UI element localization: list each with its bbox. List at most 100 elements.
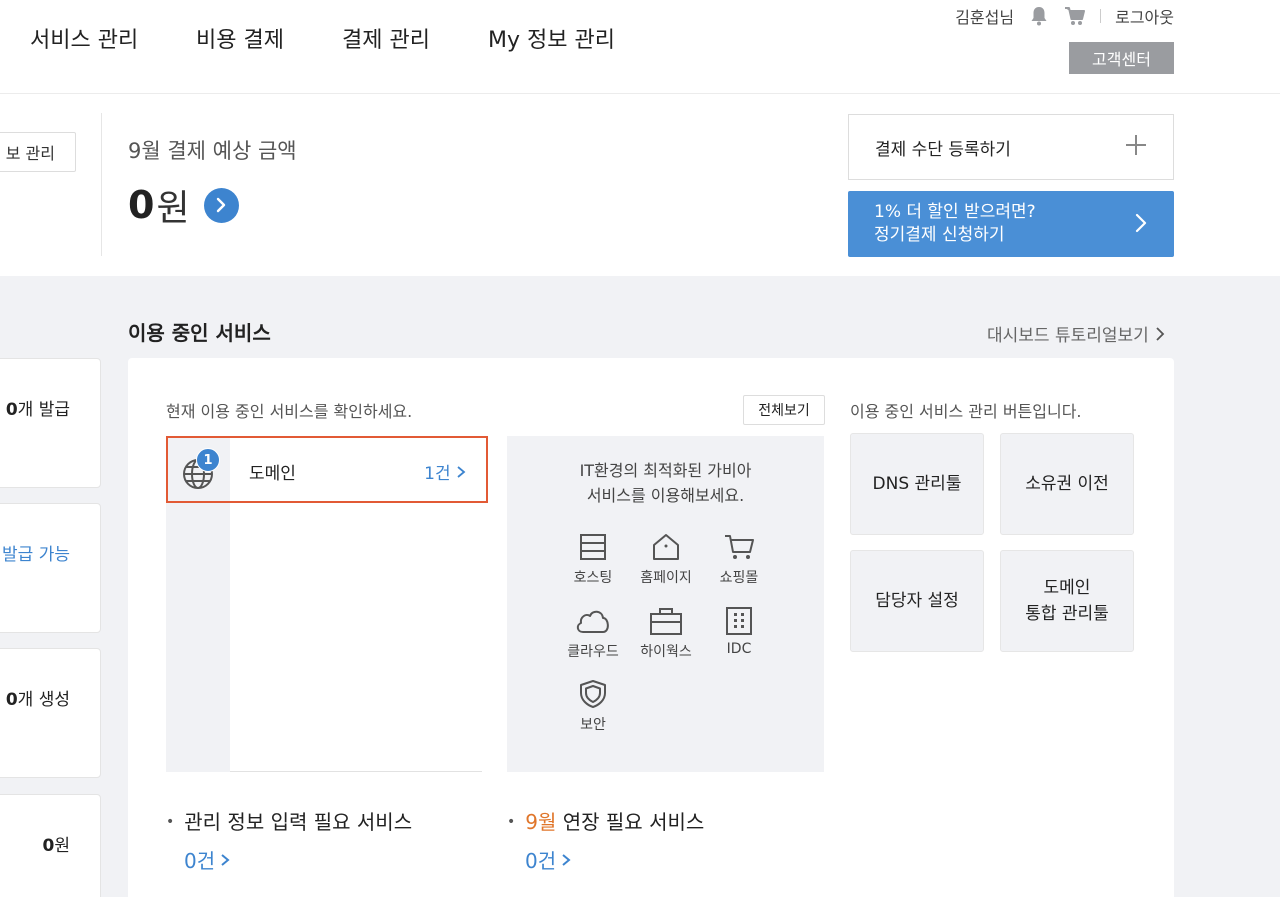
divider <box>101 113 102 256</box>
side-card-value: 0 <box>5 400 18 420</box>
service-count-value: 1건 <box>424 464 451 484</box>
promo-item-hosting[interactable]: 호스팅 <box>553 532 633 587</box>
nav-payment-management[interactable]: 결제 관리 <box>342 22 430 54</box>
renewal-count-link[interactable]: 0건 <box>525 845 572 874</box>
service-list: 1 도메인 1건 <box>166 436 488 772</box>
promo-item-label: 하이웍스 <box>640 644 692 660</box>
promo-item-label: IDC <box>726 641 752 657</box>
estimate-amount: 0 원 <box>128 179 239 231</box>
discount-line-2: 정기결제 신청하기 <box>874 225 1005 245</box>
utility-bar: 김훈섭 님 로그아웃 <box>955 4 1174 28</box>
needs-info-count: 0건 <box>184 849 216 873</box>
summary-section: 보 관리 9월 결제 예상 금액 0 원 결제 수단 등록하기 1% 더 할인 … <box>0 95 1280 276</box>
payment-register-button[interactable]: 결제 수단 등록하기 <box>848 114 1174 180</box>
nav-my-info[interactable]: My 정보 관리 <box>488 22 615 54</box>
logout-link[interactable]: 로그아웃 <box>1115 4 1174 28</box>
renewal-label: 연장 필요 서비스 <box>556 810 705 834</box>
side-card[interactable]: 0개 생성 <box>0 648 101 778</box>
nav-billing[interactable]: 비용 결제 <box>196 22 284 54</box>
shield-icon <box>580 680 606 708</box>
needs-info-count-link[interactable]: 0건 <box>184 845 231 874</box>
service-name: 도메인 <box>249 464 296 484</box>
estimate-amount-value: 0 <box>128 183 155 227</box>
dns-manager-button[interactable]: DNS 관리툴 <box>850 433 984 535</box>
services-card: 현재 이용 중인 서비스를 확인하세요. 전체보기 1 도메인 1건 IT환경의… <box>128 358 1174 897</box>
chevron-right-icon <box>1156 326 1165 341</box>
promo-line-2: 서비스를 이용해보세요. <box>586 486 745 505</box>
side-card-label: 발급 가능 <box>2 545 70 565</box>
view-all-button[interactable]: 전체보기 <box>743 395 825 425</box>
top-header: 서비스 관리 비용 결제 결제 관리 My 정보 관리 김훈섭 님 로그아웃 고객… <box>0 0 1280 94</box>
user-name[interactable]: 김훈섭 <box>955 4 999 28</box>
manage-button-label: 소유권 이전 <box>1025 474 1109 494</box>
home-icon <box>653 534 679 560</box>
renewal-count: 0건 <box>525 849 557 873</box>
side-card-value: 0 <box>42 836 55 856</box>
building-icon <box>726 607 752 635</box>
briefcase-icon <box>650 608 682 635</box>
side-card-value: 0 <box>5 690 18 710</box>
promo-item-homepage[interactable]: 홈페이지 <box>626 532 706 587</box>
side-card-label: 개 발급 <box>17 400 70 420</box>
manage-button-label: 담당자 설정 <box>875 591 959 611</box>
nav-service-management[interactable]: 서비스 관리 <box>30 22 138 54</box>
renewal-month: 9월 <box>525 810 557 834</box>
cloud-icon <box>576 610 609 633</box>
promo-item-security[interactable]: 보안 <box>553 679 633 734</box>
tutorial-label: 대시보드 튜토리얼보기 <box>987 326 1149 346</box>
divider <box>1100 9 1102 23</box>
bell-icon[interactable] <box>1028 5 1050 27</box>
promo-item-idc[interactable]: IDC <box>699 606 779 657</box>
promo-line-1: IT환경의 최적화된 가비아 <box>579 461 752 480</box>
renewal-heading: • 9월 연장 필요 서비스 <box>507 810 705 834</box>
estimate-amount-unit: 원 <box>156 188 190 229</box>
hosting-icon <box>580 534 606 560</box>
promo-item-label: 보안 <box>580 717 606 733</box>
dashboard-area: 0개 발급 발급 가능 0개 생성 0원 이용 중인 서비스 대시보드 튜토리얼… <box>0 276 1280 897</box>
promo-text: IT환경의 최적화된 가비아 서비스를 이용해보세요. <box>507 458 824 508</box>
tutorial-link[interactable]: 대시보드 튜토리얼보기 <box>987 321 1167 346</box>
side-card[interactable]: 0개 발급 <box>0 358 101 488</box>
cart-icon <box>725 535 754 559</box>
manage-button-label: DNS 관리툴 <box>872 474 962 494</box>
chevron-right-icon <box>457 466 466 478</box>
service-count[interactable]: 1건 <box>424 459 466 484</box>
manage-button-label-line-2: 통합 관리툴 <box>1025 604 1109 624</box>
contact-settings-button[interactable]: 담당자 설정 <box>850 550 984 652</box>
service-item-domain[interactable]: 1 도메인 1건 <box>166 436 488 503</box>
promo-item-hiworks[interactable]: 하이웍스 <box>626 606 706 661</box>
services-description: 현재 이용 중인 서비스를 확인하세요. <box>166 402 413 421</box>
discount-line-1: 1% 더 할인 받으려면? <box>874 202 1036 222</box>
chevron-right-icon <box>221 853 230 866</box>
promo-item-label: 호스팅 <box>573 570 613 586</box>
chevron-right-icon <box>1134 211 1148 242</box>
side-card-label: 개 생성 <box>17 690 70 710</box>
promo-item-label: 쇼핑몰 <box>719 570 759 586</box>
side-card[interactable]: 발급 가능 <box>0 503 101 633</box>
customer-center-button[interactable]: 고객센터 <box>1069 42 1174 74</box>
side-card[interactable]: 0원 <box>0 794 101 897</box>
promo-item-label: 클라우드 <box>567 644 619 660</box>
domain-integrated-manager-button[interactable]: 도메인통합 관리툴 <box>1000 550 1134 652</box>
promo-item-shoppingmall[interactable]: 쇼핑몰 <box>699 532 779 587</box>
needs-info-label: 관리 정보 입력 필요 서비스 <box>184 810 413 834</box>
user-suffix: 님 <box>999 8 1015 27</box>
service-promo: IT환경의 최적화된 가비아 서비스를 이용해보세요. 호스팅 홈페이지 쇼핑몰… <box>507 436 824 772</box>
needs-info-heading: • 관리 정보 입력 필요 서비스 <box>166 810 413 834</box>
promo-item-cloud[interactable]: 클라우드 <box>553 606 633 661</box>
auto-payment-button[interactable]: 1% 더 할인 받으려면? 정기결제 신청하기 <box>848 191 1174 257</box>
manage-button-label-line-1: 도메인 <box>1043 578 1091 598</box>
chevron-right-icon[interactable] <box>203 187 239 223</box>
section-title: 이용 중인 서비스 <box>128 321 271 345</box>
payment-register-label: 결제 수단 등록하기 <box>875 139 1011 160</box>
promo-item-label: 홈페이지 <box>640 570 692 586</box>
cart-icon[interactable] <box>1064 5 1086 27</box>
chevron-right-icon <box>562 853 571 866</box>
manage-description: 이용 중인 서비스 관리 버튼입니다. <box>850 402 1082 421</box>
side-card-label: 원 <box>54 836 70 856</box>
plus-icon <box>1125 134 1147 161</box>
ownership-transfer-button[interactable]: 소유권 이전 <box>1000 433 1134 535</box>
info-management-button[interactable]: 보 관리 <box>0 132 76 172</box>
count-badge: 1 <box>196 448 220 472</box>
estimate-title: 9월 결제 예상 금액 <box>128 139 297 163</box>
